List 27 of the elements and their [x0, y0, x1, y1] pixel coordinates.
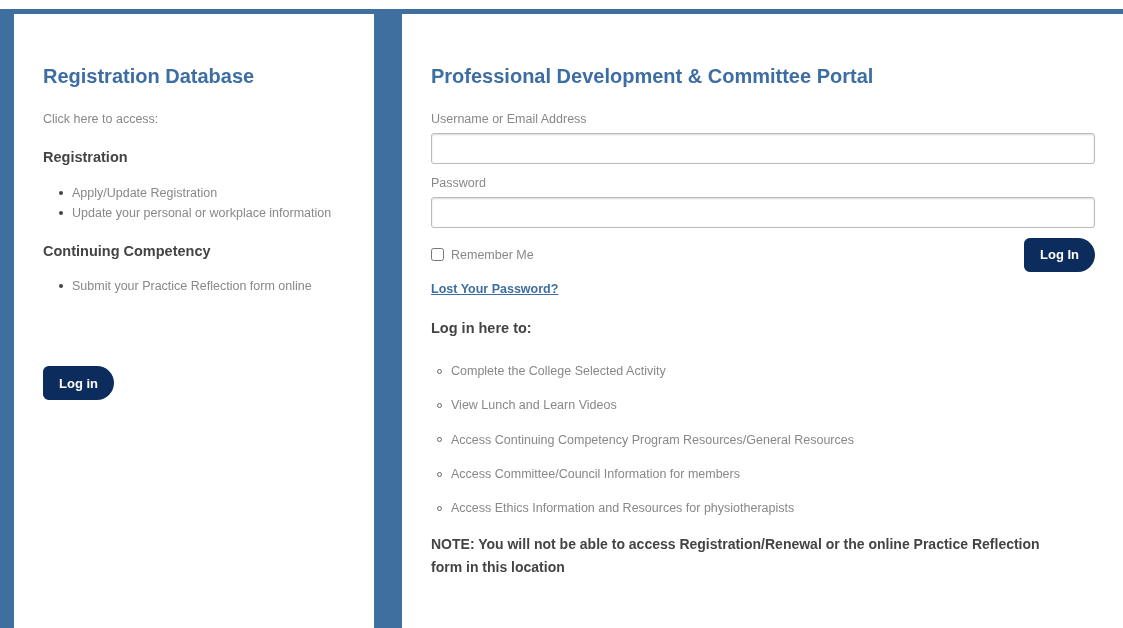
note-text: NOTE: You will not be able to access Registration/Renewal or the online Practice Reflection form in this location — [431, 535, 1041, 578]
list-item: Update your personal or workplace information — [72, 204, 332, 222]
field-label: Username or Email Address — [431, 111, 588, 128]
login-button[interactable]: Log In — [1024, 237, 1095, 272]
field-label: Password — [431, 174, 487, 192]
login-button[interactable]: Log in — [43, 366, 114, 401]
section-heading: Registration — [43, 147, 129, 167]
list-item: View Lunch and Learn Videos — [451, 397, 617, 415]
list-item: Complete the College Selected Activity — [451, 363, 666, 380]
list-item: Apply/Update Registration — [72, 184, 218, 202]
list-item: Access Committee/Council Information for members — [451, 465, 740, 483]
intro-text: Click here to access: — [43, 111, 160, 128]
bullet-icon — [59, 284, 63, 289]
list-heading: Log in here to: — [431, 319, 533, 339]
panel-title: Professional Development & Committee Portal — [431, 64, 875, 88]
section-heading: Continuing Competency — [43, 241, 212, 261]
input-field[interactable] — [431, 196, 1095, 228]
remember-checkbox[interactable] — [431, 248, 444, 262]
panel-title: Registration Database — [43, 64, 256, 88]
bullet-icon — [59, 210, 63, 215]
list-item: Access Continuing Competency Program Resources/General Resources — [451, 431, 854, 449]
bullet-icon — [59, 190, 63, 195]
checkbox-label: Remember Me — [451, 246, 534, 264]
input-field[interactable] — [431, 132, 1095, 164]
list-item: Access Ethics Information and Resources for physiotherapists — [451, 500, 795, 517]
lost-password-link[interactable]: Lost Your Password? — [431, 280, 559, 299]
list-item: Submit your Practice Reflection form online — [72, 278, 312, 296]
